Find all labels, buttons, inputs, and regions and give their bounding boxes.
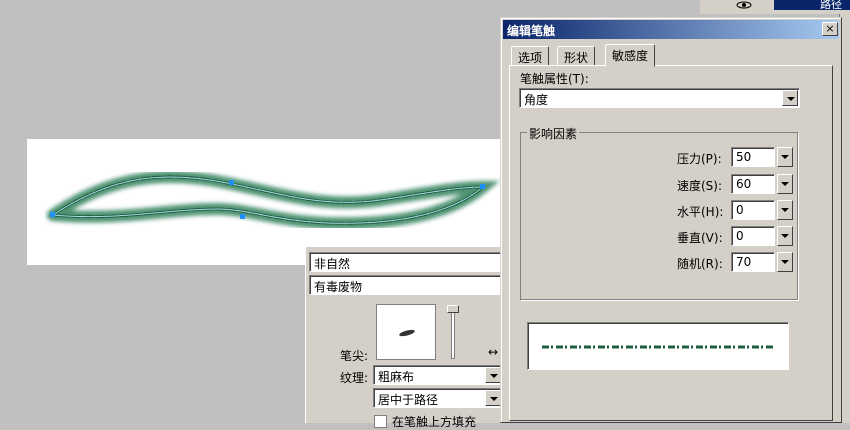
sensitivity-tab-page: 笔触属性(T): 角度 影响因素 压力(P): 50 速度(S): 60 水平(… — [509, 65, 833, 421]
pressure-input[interactable]: 50 — [731, 147, 775, 167]
tip-preview — [376, 304, 436, 360]
horizontal-dropdown-button[interactable] — [777, 200, 793, 220]
tab-sensitivity[interactable]: 敏感度 — [605, 44, 656, 67]
fill-over-stroke-checkbox[interactable] — [374, 415, 387, 428]
pressure-label: 压力(P): — [677, 152, 722, 166]
stroke-preview — [527, 322, 789, 370]
tip-size-slider-thumb[interactable] — [447, 305, 459, 313]
tip-size-slider-track[interactable] — [451, 311, 455, 359]
pressure-value: 50 — [736, 150, 752, 164]
texture-value: 粗麻布 — [378, 370, 415, 384]
random-label: 随机(R): — [677, 257, 723, 271]
stroke-category-value: 非自然 — [314, 257, 351, 271]
tip-shape-icon — [399, 329, 415, 337]
texture-label: 纹理: — [340, 371, 369, 385]
chevron-down-icon[interactable] — [485, 390, 501, 406]
path-layer-label: 路径 — [820, 0, 842, 10]
chevron-down-icon[interactable] — [485, 367, 501, 383]
vertical-label: 垂直(V): — [677, 231, 723, 245]
tab-options[interactable]: 选项 — [511, 46, 550, 66]
pressure-dropdown-button[interactable] — [777, 147, 793, 167]
eye-icon[interactable] — [730, 0, 758, 10]
stroke-preview-sample — [542, 340, 774, 354]
random-dropdown-button[interactable] — [777, 252, 793, 272]
influence-factors-title: 影响因素 — [527, 125, 580, 142]
stroke-type-select[interactable]: 有毒废物 — [309, 275, 505, 295]
vertical-input[interactable]: 0 — [731, 226, 775, 246]
stroke-properties-panel: 非自然 有毒废物 ↔ 笔尖: 纹理: 粗麻布 居中于路径 在笔触上方填充 — [305, 246, 505, 429]
vertical-dropdown-button[interactable] — [777, 226, 793, 246]
horizontal-value: 0 — [736, 203, 744, 217]
random-input[interactable]: 70 — [731, 252, 775, 272]
close-button[interactable]: × — [822, 22, 838, 36]
tab-shape-label: 形状 — [564, 51, 589, 65]
stroke-position-select[interactable]: 居中于路径 — [373, 388, 503, 408]
fill-over-stroke-label: 在笔触上方填充 — [392, 415, 477, 429]
dialog-title: 编辑笔触 — [507, 24, 556, 38]
horizontal-label: 水平(H): — [677, 205, 724, 219]
random-value: 70 — [736, 255, 752, 269]
speed-dropdown-button[interactable] — [777, 174, 793, 194]
tab-sensitivity-label: 敏感度 — [612, 49, 649, 63]
path-layer-tab[interactable]: 路径 — [774, 0, 850, 10]
path-anchor-point — [50, 212, 55, 217]
influence-factors-group: 影响因素 压力(P): 50 速度(S): 60 水平(H): 0 垂直(V):… — [520, 125, 798, 300]
tab-shape[interactable]: 形状 — [557, 46, 596, 66]
horizontal-input[interactable]: 0 — [731, 200, 775, 220]
tip-label: 笔尖: — [340, 349, 369, 363]
stroke-property-select[interactable]: 角度 — [519, 88, 800, 108]
chevron-down-icon[interactable] — [782, 90, 798, 106]
resize-arrow-icon: ↔ — [488, 345, 499, 359]
stroke-category-select[interactable]: 非自然 — [309, 252, 505, 272]
path-anchor-point — [480, 184, 485, 189]
vertical-value: 0 — [736, 229, 744, 243]
stroke-position-value: 居中于路径 — [378, 393, 439, 407]
path-anchor-point — [240, 214, 245, 219]
stroke-property-label: 笔触属性(T): — [520, 72, 589, 86]
dialog-titlebar[interactable]: 编辑笔触 × — [503, 20, 839, 39]
path-anchor-point — [229, 180, 234, 185]
edit-stroke-dialog: 编辑笔触 × 选项 形状 敏感度 笔触属性(T): 角度 影响因素 压力(P):… — [500, 17, 842, 423]
stroke-type-value: 有毒废物 — [314, 280, 363, 294]
stroke-property-value: 角度 — [524, 93, 549, 107]
close-icon: × — [825, 22, 835, 35]
speed-value: 60 — [736, 177, 752, 191]
speed-input[interactable]: 60 — [731, 174, 775, 194]
tab-options-label: 选项 — [518, 51, 543, 65]
texture-select[interactable]: 粗麻布 — [373, 365, 503, 385]
speed-label: 速度(S): — [677, 179, 723, 193]
